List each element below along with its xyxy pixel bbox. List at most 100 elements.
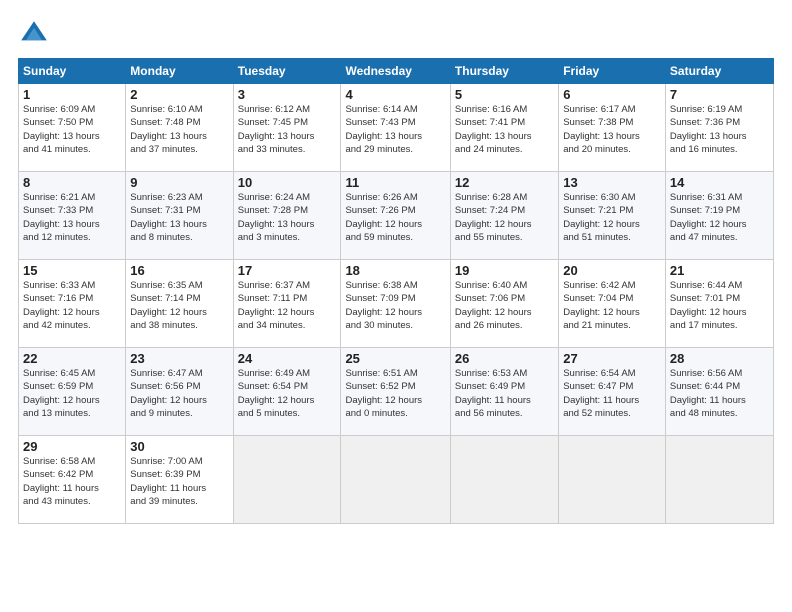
calendar-week-2: 8Sunrise: 6:21 AM Sunset: 7:33 PM Daylig… — [19, 172, 774, 260]
day-number: 28 — [670, 351, 769, 366]
calendar-cell: 1Sunrise: 6:09 AM Sunset: 7:50 PM Daylig… — [19, 84, 126, 172]
day-number: 20 — [563, 263, 661, 278]
day-info: Sunrise: 7:00 AM Sunset: 6:39 PM Dayligh… — [130, 455, 228, 508]
weekday-header-saturday: Saturday — [665, 59, 773, 84]
header — [18, 18, 774, 50]
day-number: 6 — [563, 87, 661, 102]
day-info: Sunrise: 6:53 AM Sunset: 6:49 PM Dayligh… — [455, 367, 554, 420]
day-number: 24 — [238, 351, 337, 366]
weekday-header-wednesday: Wednesday — [341, 59, 450, 84]
calendar-cell — [665, 436, 773, 524]
day-info: Sunrise: 6:42 AM Sunset: 7:04 PM Dayligh… — [563, 279, 661, 332]
calendar-cell — [450, 436, 558, 524]
day-info: Sunrise: 6:54 AM Sunset: 6:47 PM Dayligh… — [563, 367, 661, 420]
day-number: 5 — [455, 87, 554, 102]
calendar-cell: 5Sunrise: 6:16 AM Sunset: 7:41 PM Daylig… — [450, 84, 558, 172]
calendar-cell: 6Sunrise: 6:17 AM Sunset: 7:38 PM Daylig… — [559, 84, 666, 172]
calendar-cell: 21Sunrise: 6:44 AM Sunset: 7:01 PM Dayli… — [665, 260, 773, 348]
day-number: 9 — [130, 175, 228, 190]
day-info: Sunrise: 6:47 AM Sunset: 6:56 PM Dayligh… — [130, 367, 228, 420]
calendar-week-4: 22Sunrise: 6:45 AM Sunset: 6:59 PM Dayli… — [19, 348, 774, 436]
calendar-cell: 20Sunrise: 6:42 AM Sunset: 7:04 PM Dayli… — [559, 260, 666, 348]
day-number: 19 — [455, 263, 554, 278]
calendar-cell: 10Sunrise: 6:24 AM Sunset: 7:28 PM Dayli… — [233, 172, 341, 260]
day-info: Sunrise: 6:31 AM Sunset: 7:19 PM Dayligh… — [670, 191, 769, 244]
day-number: 27 — [563, 351, 661, 366]
day-number: 22 — [23, 351, 121, 366]
day-info: Sunrise: 6:19 AM Sunset: 7:36 PM Dayligh… — [670, 103, 769, 156]
day-number: 15 — [23, 263, 121, 278]
day-info: Sunrise: 6:35 AM Sunset: 7:14 PM Dayligh… — [130, 279, 228, 332]
calendar-cell: 30Sunrise: 7:00 AM Sunset: 6:39 PM Dayli… — [126, 436, 233, 524]
calendar-cell: 26Sunrise: 6:53 AM Sunset: 6:49 PM Dayli… — [450, 348, 558, 436]
calendar-cell: 29Sunrise: 6:58 AM Sunset: 6:42 PM Dayli… — [19, 436, 126, 524]
day-number: 7 — [670, 87, 769, 102]
day-info: Sunrise: 6:16 AM Sunset: 7:41 PM Dayligh… — [455, 103, 554, 156]
day-number: 3 — [238, 87, 337, 102]
calendar-cell: 2Sunrise: 6:10 AM Sunset: 7:48 PM Daylig… — [126, 84, 233, 172]
day-number: 29 — [23, 439, 121, 454]
day-info: Sunrise: 6:33 AM Sunset: 7:16 PM Dayligh… — [23, 279, 121, 332]
logo — [18, 18, 54, 50]
calendar-cell: 4Sunrise: 6:14 AM Sunset: 7:43 PM Daylig… — [341, 84, 450, 172]
calendar-cell — [341, 436, 450, 524]
calendar-cell: 3Sunrise: 6:12 AM Sunset: 7:45 PM Daylig… — [233, 84, 341, 172]
calendar-cell — [559, 436, 666, 524]
calendar-cell: 12Sunrise: 6:28 AM Sunset: 7:24 PM Dayli… — [450, 172, 558, 260]
day-info: Sunrise: 6:21 AM Sunset: 7:33 PM Dayligh… — [23, 191, 121, 244]
weekday-header-monday: Monday — [126, 59, 233, 84]
day-number: 4 — [345, 87, 445, 102]
day-info: Sunrise: 6:37 AM Sunset: 7:11 PM Dayligh… — [238, 279, 337, 332]
day-number: 16 — [130, 263, 228, 278]
day-info: Sunrise: 6:17 AM Sunset: 7:38 PM Dayligh… — [563, 103, 661, 156]
calendar-cell: 28Sunrise: 6:56 AM Sunset: 6:44 PM Dayli… — [665, 348, 773, 436]
calendar-cell: 7Sunrise: 6:19 AM Sunset: 7:36 PM Daylig… — [665, 84, 773, 172]
calendar-cell: 8Sunrise: 6:21 AM Sunset: 7:33 PM Daylig… — [19, 172, 126, 260]
day-info: Sunrise: 6:10 AM Sunset: 7:48 PM Dayligh… — [130, 103, 228, 156]
day-info: Sunrise: 6:56 AM Sunset: 6:44 PM Dayligh… — [670, 367, 769, 420]
day-number: 26 — [455, 351, 554, 366]
logo-icon — [18, 18, 50, 50]
day-number: 1 — [23, 87, 121, 102]
calendar-table: SundayMondayTuesdayWednesdayThursdayFrid… — [18, 58, 774, 524]
calendar-week-3: 15Sunrise: 6:33 AM Sunset: 7:16 PM Dayli… — [19, 260, 774, 348]
day-number: 2 — [130, 87, 228, 102]
day-number: 18 — [345, 263, 445, 278]
calendar-cell: 17Sunrise: 6:37 AM Sunset: 7:11 PM Dayli… — [233, 260, 341, 348]
day-number: 12 — [455, 175, 554, 190]
day-number: 25 — [345, 351, 445, 366]
day-info: Sunrise: 6:23 AM Sunset: 7:31 PM Dayligh… — [130, 191, 228, 244]
calendar-cell: 16Sunrise: 6:35 AM Sunset: 7:14 PM Dayli… — [126, 260, 233, 348]
day-number: 13 — [563, 175, 661, 190]
day-number: 23 — [130, 351, 228, 366]
weekday-header-tuesday: Tuesday — [233, 59, 341, 84]
day-number: 11 — [345, 175, 445, 190]
calendar-cell: 15Sunrise: 6:33 AM Sunset: 7:16 PM Dayli… — [19, 260, 126, 348]
day-number: 30 — [130, 439, 228, 454]
calendar-cell: 11Sunrise: 6:26 AM Sunset: 7:26 PM Dayli… — [341, 172, 450, 260]
weekday-header-friday: Friday — [559, 59, 666, 84]
day-number: 8 — [23, 175, 121, 190]
calendar-week-5: 29Sunrise: 6:58 AM Sunset: 6:42 PM Dayli… — [19, 436, 774, 524]
calendar-cell: 22Sunrise: 6:45 AM Sunset: 6:59 PM Dayli… — [19, 348, 126, 436]
day-info: Sunrise: 6:51 AM Sunset: 6:52 PM Dayligh… — [345, 367, 445, 420]
day-info: Sunrise: 6:12 AM Sunset: 7:45 PM Dayligh… — [238, 103, 337, 156]
weekday-header-thursday: Thursday — [450, 59, 558, 84]
weekday-header-sunday: Sunday — [19, 59, 126, 84]
calendar-week-1: 1Sunrise: 6:09 AM Sunset: 7:50 PM Daylig… — [19, 84, 774, 172]
day-info: Sunrise: 6:45 AM Sunset: 6:59 PM Dayligh… — [23, 367, 121, 420]
calendar-cell: 13Sunrise: 6:30 AM Sunset: 7:21 PM Dayli… — [559, 172, 666, 260]
day-info: Sunrise: 6:44 AM Sunset: 7:01 PM Dayligh… — [670, 279, 769, 332]
day-info: Sunrise: 6:58 AM Sunset: 6:42 PM Dayligh… — [23, 455, 121, 508]
calendar-cell: 19Sunrise: 6:40 AM Sunset: 7:06 PM Dayli… — [450, 260, 558, 348]
day-info: Sunrise: 6:24 AM Sunset: 7:28 PM Dayligh… — [238, 191, 337, 244]
day-info: Sunrise: 6:28 AM Sunset: 7:24 PM Dayligh… — [455, 191, 554, 244]
day-info: Sunrise: 6:40 AM Sunset: 7:06 PM Dayligh… — [455, 279, 554, 332]
day-number: 14 — [670, 175, 769, 190]
day-number: 21 — [670, 263, 769, 278]
calendar-header-row: SundayMondayTuesdayWednesdayThursdayFrid… — [19, 59, 774, 84]
day-info: Sunrise: 6:09 AM Sunset: 7:50 PM Dayligh… — [23, 103, 121, 156]
day-info: Sunrise: 6:26 AM Sunset: 7:26 PM Dayligh… — [345, 191, 445, 244]
calendar-cell — [233, 436, 341, 524]
day-info: Sunrise: 6:14 AM Sunset: 7:43 PM Dayligh… — [345, 103, 445, 156]
